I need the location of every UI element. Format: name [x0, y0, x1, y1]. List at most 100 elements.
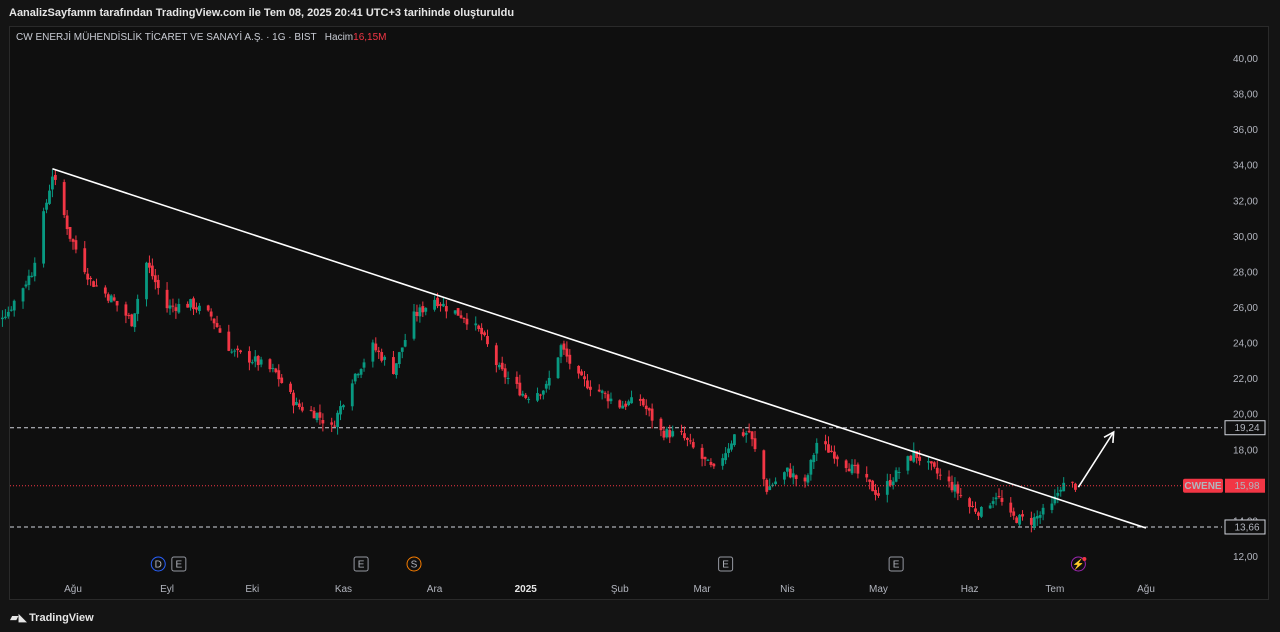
candle-body [259, 359, 263, 365]
candle-body [483, 332, 486, 336]
candle-body [115, 300, 119, 306]
candle-body [442, 303, 445, 307]
candle-body [812, 454, 816, 463]
candle-body [832, 451, 836, 459]
candle-body [988, 505, 992, 509]
candle-body [568, 354, 572, 364]
candle-body [394, 363, 398, 375]
candle-body [815, 442, 819, 454]
candle-body [686, 437, 689, 440]
candle-body [824, 441, 827, 445]
symbol-tag-label: CWENE [1184, 481, 1222, 492]
candle-body [930, 461, 933, 464]
candle-body [150, 265, 154, 277]
candle-body [21, 288, 25, 302]
candle-body [92, 281, 95, 287]
candle-body [688, 440, 692, 442]
candle-body [174, 307, 178, 311]
candle-body [439, 304, 442, 306]
candle-body [250, 362, 254, 364]
candle-body [74, 240, 78, 250]
candle-body [709, 461, 713, 465]
candle-body [156, 279, 160, 288]
candle-body [809, 459, 813, 475]
candle-body [994, 497, 998, 500]
candle-body [412, 311, 416, 339]
candle-body [806, 475, 810, 483]
candle-body [480, 327, 484, 335]
candle-body [189, 299, 192, 308]
candle-body [89, 277, 93, 280]
candle-body [359, 369, 363, 375]
candle-body [195, 307, 198, 310]
candle-body [712, 463, 716, 467]
candle-body [539, 394, 542, 396]
y-tick-label: 38,00 [1233, 90, 1258, 101]
x-tick-label: Tem [1045, 584, 1064, 595]
candle-body [312, 410, 316, 419]
earnings-icon-label: E [722, 560, 729, 571]
candle-body [165, 289, 169, 309]
candle-body [362, 362, 366, 368]
candle-body [377, 350, 381, 353]
candle-body [127, 315, 131, 317]
candle-body [371, 342, 375, 362]
candle-body [683, 433, 686, 439]
candle-body [456, 308, 460, 316]
y-tick-label: 22,00 [1233, 374, 1258, 385]
candle-body [885, 481, 889, 495]
candle-body [418, 307, 422, 317]
candle-body [130, 314, 134, 327]
candle-body [671, 431, 675, 437]
y-tick-label: 32,00 [1233, 196, 1258, 207]
candle-body [68, 227, 72, 239]
candle-body [794, 475, 798, 479]
price-chart[interactable]: 12,0014,0018,0020,0022,0024,0026,0028,00… [0, 0, 1280, 632]
candle-body [597, 389, 601, 392]
candle-body [979, 506, 983, 517]
candle-body [562, 343, 566, 350]
candle-body [300, 406, 304, 411]
candle-body [621, 405, 625, 409]
candle-body [42, 211, 46, 264]
candle-body [1035, 516, 1039, 519]
candle-body [774, 481, 777, 485]
candle-body [906, 456, 910, 471]
candle-body [609, 398, 613, 402]
candle-body [168, 305, 172, 309]
candle-body [321, 419, 325, 424]
candle-body [788, 468, 792, 478]
candle-body [374, 343, 378, 351]
candle-body [1009, 502, 1013, 513]
candle-body [938, 474, 942, 476]
tradingview-logo[interactable]: ▰◣ TradingView [10, 611, 94, 624]
candle-body [659, 418, 663, 431]
candle-body [339, 406, 342, 415]
candle-body [233, 350, 237, 352]
candle-body [588, 386, 592, 390]
candle-body [586, 380, 589, 389]
candle-body [494, 345, 498, 366]
candle-body [477, 325, 481, 330]
candle-body [703, 456, 707, 460]
candle-body [1021, 514, 1024, 517]
candle-body [641, 398, 645, 406]
candle-body [421, 306, 425, 313]
candle-body [565, 348, 569, 357]
candle-body [747, 430, 751, 433]
candle-body [741, 432, 745, 436]
candle-body [724, 453, 728, 461]
candle-body [336, 412, 339, 428]
candle-body [330, 422, 334, 425]
candle-body [627, 401, 631, 406]
candle-body [103, 287, 107, 294]
candle-body [1012, 511, 1016, 516]
y-tick-label: 20,00 [1233, 410, 1258, 421]
candle-body [891, 481, 895, 486]
candle-body [136, 298, 140, 314]
candle-body [1059, 489, 1063, 492]
candle-body [350, 383, 354, 407]
candle-body [333, 425, 337, 427]
candle-body [918, 456, 922, 461]
candle-body [256, 356, 260, 366]
